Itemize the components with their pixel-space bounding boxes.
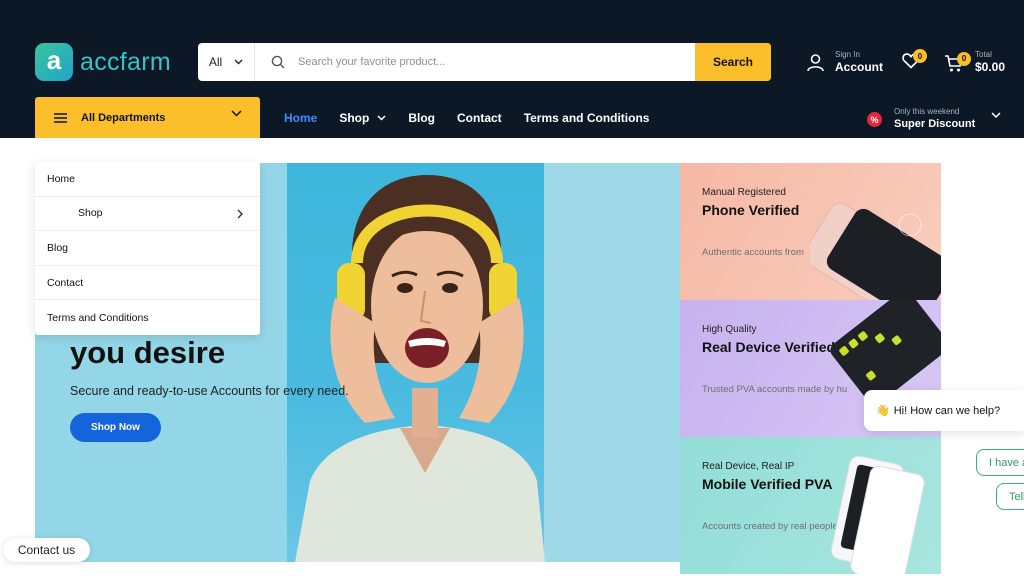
promo-caption: Only this weekend	[894, 107, 960, 116]
search-icon	[271, 55, 285, 69]
user-icon	[807, 54, 824, 72]
account-link[interactable]: Sign In Account	[806, 50, 883, 75]
dropdown-item-blog[interactable]: Blog	[35, 231, 260, 266]
nav-row: All Departments Home Shop Blog Contact T…	[0, 97, 1024, 138]
card-title: Real Device Verified	[702, 339, 836, 355]
main-menu: Home Shop Blog Contact Terms and Conditi…	[284, 97, 649, 138]
card-description: Authentic accounts from	[702, 247, 804, 258]
wishlist-button[interactable]: 0	[902, 49, 927, 74]
nav-blog[interactable]: Blog	[408, 111, 435, 125]
cart-total: $0.00	[975, 60, 1006, 74]
hero-subline: Secure and ready-to-use Accounts for eve…	[70, 384, 349, 398]
dropdown-item-home[interactable]: Home	[35, 162, 260, 197]
contact-us-button[interactable]: Contact us	[3, 538, 90, 562]
wave-icon: 👋	[876, 405, 890, 417]
keyboard-illustration	[830, 300, 941, 400]
search-button[interactable]: Search	[695, 43, 771, 81]
chat-greeting-bubble[interactable]: 👋 Hi! How can we help?	[864, 390, 1024, 431]
nav-terms[interactable]: Terms and Conditions	[524, 111, 650, 125]
search-bar: All Search	[198, 43, 771, 81]
search-category-label: All	[208, 55, 223, 69]
departments-dropdown: Home Shop Blog Contact Terms and Conditi…	[35, 162, 260, 335]
chat-quick-reply-1[interactable]: I have a	[976, 449, 1024, 476]
wishlist-count-badge: 0	[913, 49, 927, 63]
all-departments-label: All Departments	[81, 111, 166, 124]
hamburger-icon	[54, 112, 67, 123]
super-discount-link[interactable]: % Only this weekend Super Discount	[867, 107, 1001, 132]
promo-label: Super Discount	[894, 118, 976, 130]
dropdown-item-label: Shop	[78, 207, 103, 220]
card-kicker: High Quality	[702, 324, 757, 335]
nav-shop[interactable]: Shop	[339, 111, 386, 125]
chevron-down-icon	[991, 112, 1001, 118]
cart-count-badge: 0	[957, 51, 971, 66]
logo-text: accfarm	[80, 47, 172, 76]
dropdown-item-label: Contact	[47, 276, 84, 289]
dropdown-item-label: Home	[47, 172, 76, 185]
card-kicker: Manual Registered	[702, 187, 786, 198]
nav-home[interactable]: Home	[284, 111, 317, 125]
chevron-down-icon	[234, 59, 243, 65]
shop-now-button[interactable]: Shop Now	[70, 413, 161, 442]
card-description: Accounts created by real people	[702, 521, 838, 532]
search-input[interactable]	[298, 56, 658, 68]
dropdown-item-terms[interactable]: Terms and Conditions	[35, 300, 260, 335]
chat-greeting-text: Hi! How can we help?	[893, 404, 1001, 417]
cart-icon-wrap: 0	[944, 51, 971, 73]
dropdown-item-label: Blog	[47, 241, 69, 254]
logo-mark: a	[35, 43, 73, 81]
card-title: Mobile Verified PVA	[702, 476, 833, 492]
search-field	[255, 43, 695, 81]
promo-card-mobile-verified-pva[interactable]: Real Device, Real IP Mobile Verified PVA…	[680, 437, 941, 574]
account-caption: Sign In	[835, 50, 860, 59]
card-description: Trusted PVA accounts made by hu	[702, 384, 848, 395]
cart-caption: Total	[975, 50, 992, 59]
all-departments-button[interactable]: All Departments	[35, 97, 260, 138]
hero-headline: you desire	[70, 335, 226, 370]
dropdown-item-shop[interactable]: Shop	[35, 197, 260, 232]
nav-contact[interactable]: Contact	[457, 111, 502, 125]
search-category-select[interactable]: All	[198, 43, 255, 81]
dropdown-item-contact[interactable]: Contact	[35, 266, 260, 301]
chat-quick-reply-2[interactable]: Tell	[996, 483, 1024, 510]
chevron-down-icon	[377, 114, 386, 121]
woman-with-headphones-illustration	[295, 175, 545, 562]
account-label: Account	[835, 60, 883, 74]
nav-shop-label: Shop	[339, 110, 370, 125]
phones-illustration	[810, 202, 941, 300]
phones-illustration	[830, 455, 925, 574]
promo-card-phone-verified[interactable]: Manual Registered Phone Verified Authent…	[680, 163, 941, 300]
discount-icon: %	[867, 112, 882, 127]
chevron-down-icon	[231, 110, 242, 117]
dropdown-item-label: Terms and Conditions	[47, 311, 149, 324]
cart-button[interactable]: 0 Total $0.00	[944, 50, 1005, 75]
card-title: Phone Verified	[702, 202, 800, 218]
chevron-right-icon	[237, 209, 243, 219]
card-kicker: Real Device, Real IP	[702, 461, 795, 472]
logo[interactable]: a accfarm	[35, 43, 171, 81]
